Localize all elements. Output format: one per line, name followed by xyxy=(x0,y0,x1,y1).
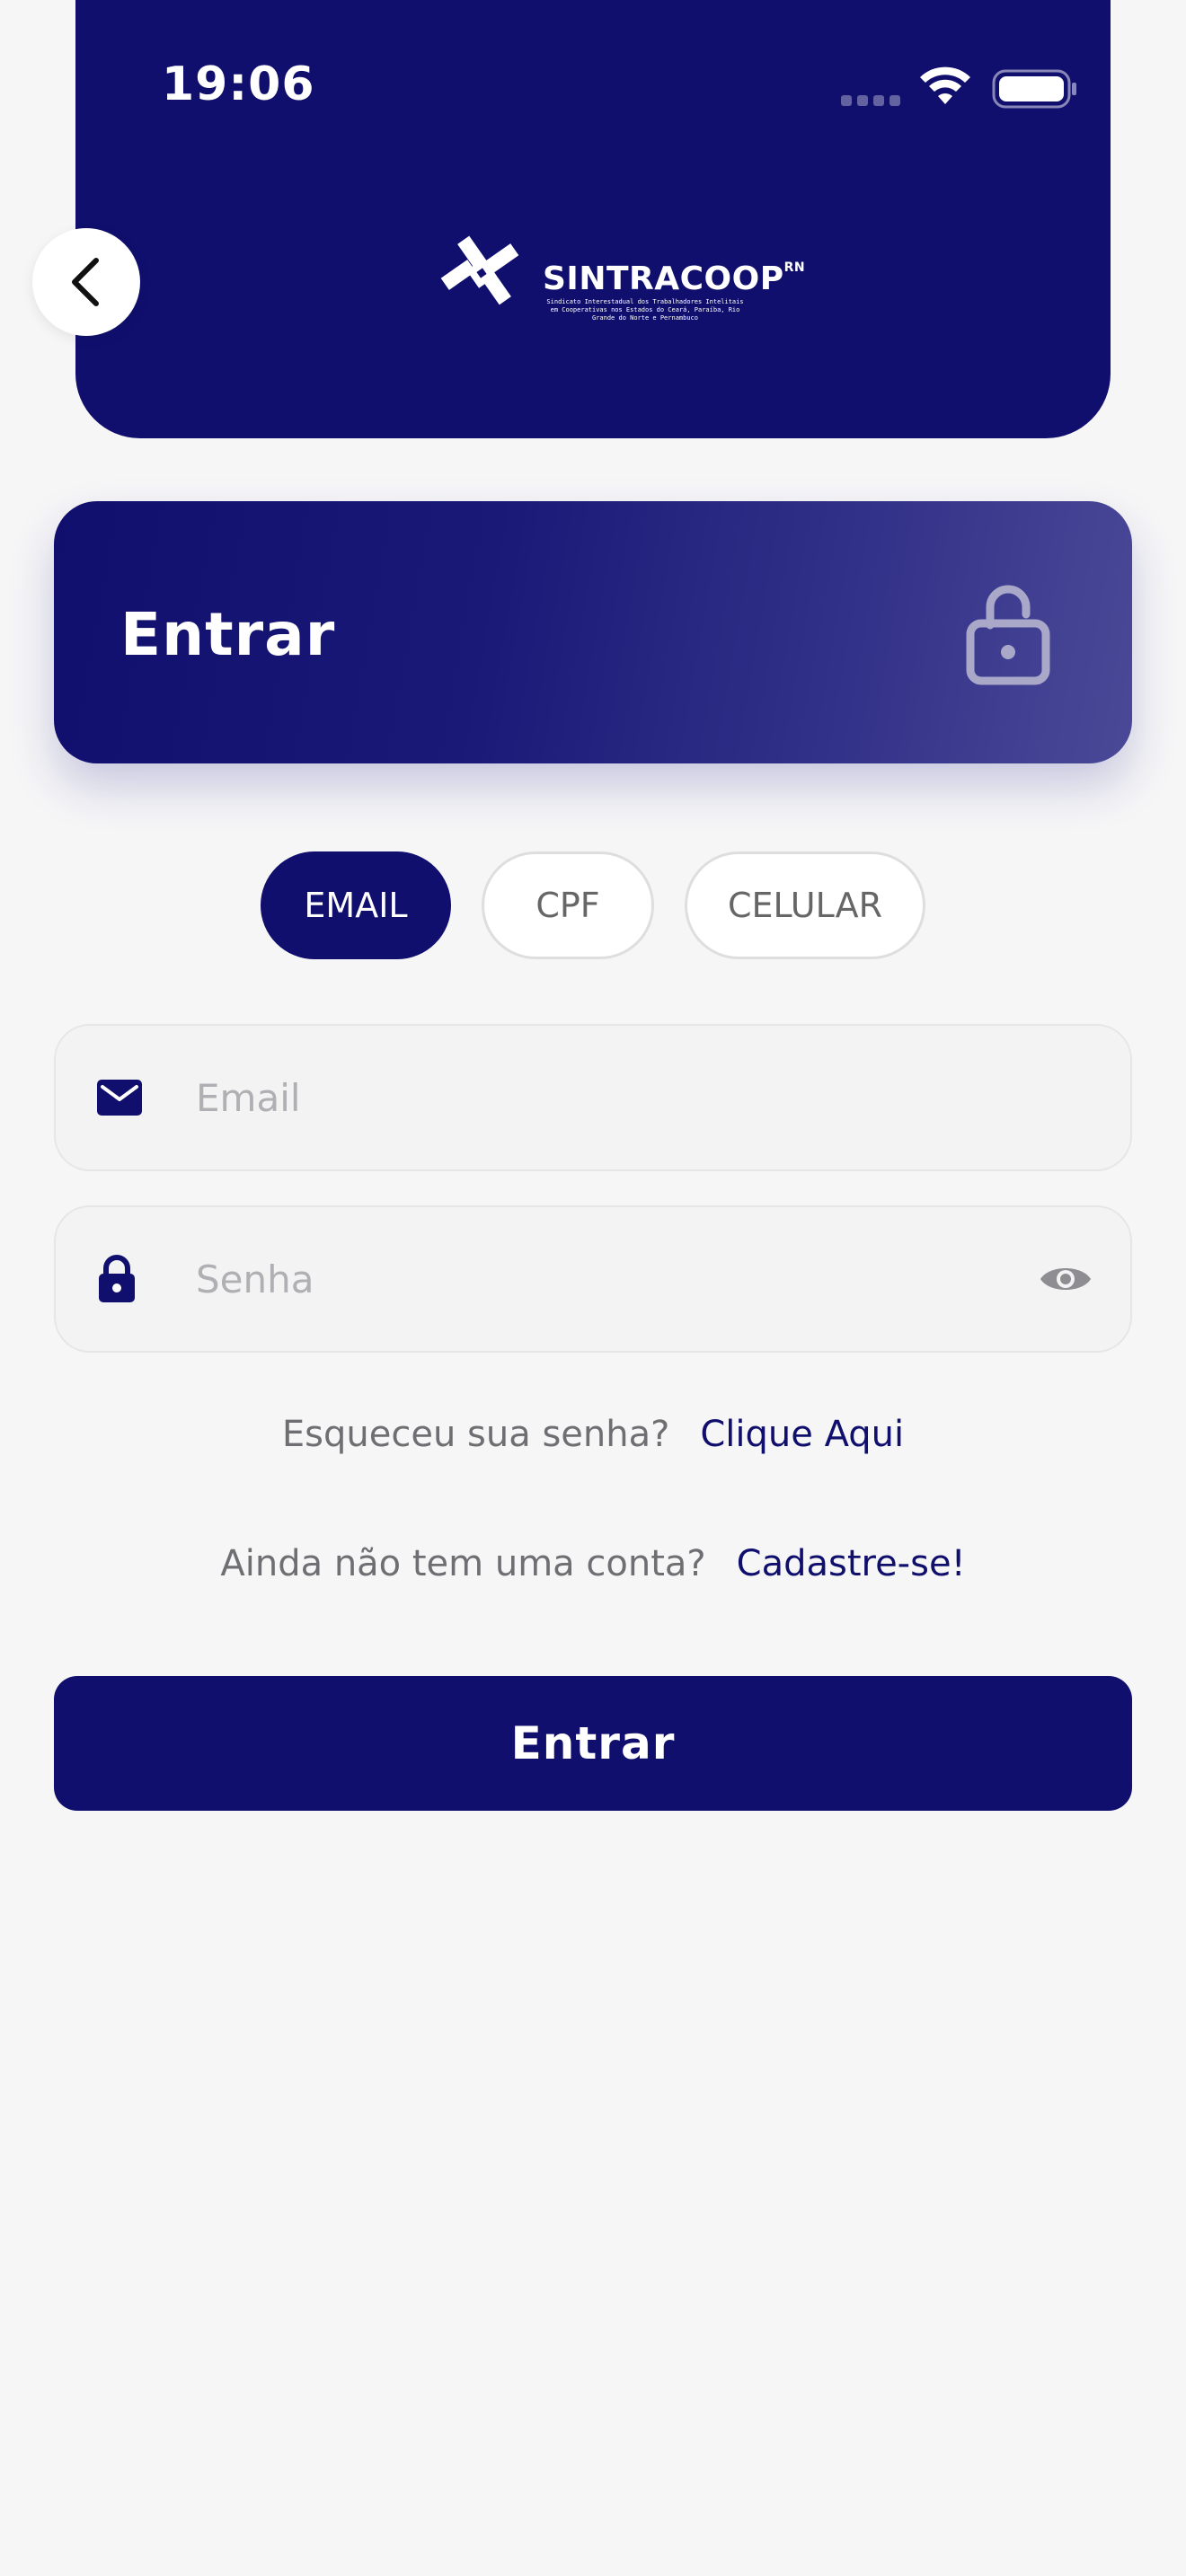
register-link[interactable]: Cadastre-se! xyxy=(737,1543,966,1584)
forgot-password-link[interactable]: Clique Aqui xyxy=(700,1414,904,1455)
forgot-password-row: Esqueceu sua senha? Clique Aqui xyxy=(0,1414,1186,1455)
login-method-tabs: EMAIL CPF CELULAR xyxy=(0,851,1186,959)
login-card: Entrar xyxy=(54,501,1132,763)
password-input[interactable] xyxy=(196,1207,1005,1351)
cellular-signal-icon xyxy=(841,95,900,106)
back-button[interactable] xyxy=(32,228,140,336)
status-time: 19:06 xyxy=(162,57,315,111)
login-card-title: Entrar xyxy=(120,600,336,669)
tab-cpf[interactable]: CPF xyxy=(482,851,654,959)
register-text: Ainda não tem uma conta? xyxy=(220,1543,706,1584)
tab-celular[interactable]: CELULAR xyxy=(685,851,925,959)
tab-email[interactable]: EMAIL xyxy=(261,851,451,959)
unlock-icon xyxy=(966,585,1050,685)
forgot-password-text: Esqueceu sua senha? xyxy=(281,1414,670,1455)
eye-icon[interactable] xyxy=(1039,1261,1093,1297)
email-field[interactable] xyxy=(54,1024,1132,1171)
battery-icon xyxy=(992,69,1076,109)
logo-name: SINTRACOOPRN xyxy=(543,260,806,297)
lock-icon xyxy=(99,1255,135,1302)
logo-subtitle: Sindicato Interestadual dos Trabalhadore… xyxy=(546,298,744,322)
mail-icon xyxy=(97,1080,142,1116)
password-field[interactable] xyxy=(54,1205,1132,1353)
logo-mark-icon xyxy=(440,235,519,305)
chevron-left-icon xyxy=(72,258,99,306)
sintracoop-logo: SINTRACOOPRN Sindicato Interestadual dos… xyxy=(438,235,805,322)
wifi-icon xyxy=(920,66,970,104)
register-row: Ainda não tem uma conta? Cadastre-se! xyxy=(0,1543,1186,1584)
email-input[interactable] xyxy=(196,1026,1005,1169)
login-submit-button[interactable]: Entrar xyxy=(54,1676,1132,1811)
